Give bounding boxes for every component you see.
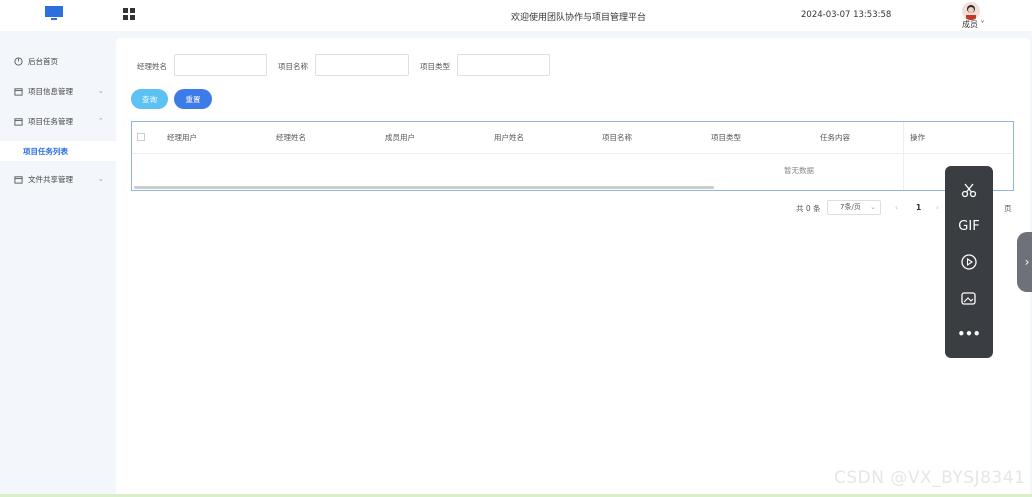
side-collapse-tab[interactable]: › bbox=[1017, 232, 1032, 292]
sidebar-item-file-share[interactable]: 文件共享管理 ⌄ bbox=[0, 169, 116, 189]
site-title: 欢迎使用团队协作与项目管理平台 bbox=[511, 13, 647, 23]
user-menu[interactable]: 成员 ˅ bbox=[962, 19, 985, 30]
record-icon[interactable] bbox=[945, 250, 993, 274]
avatar-image bbox=[966, 5, 976, 20]
total-count: 共 0 条 bbox=[796, 204, 821, 213]
record-icon-glyph bbox=[961, 254, 977, 270]
sidebar-item-project-info[interactable]: 项目信息管理 ⌄ bbox=[0, 81, 116, 101]
task-icon bbox=[14, 117, 23, 126]
datetime-display: 2024-03-07 13:53:58 bbox=[801, 10, 892, 20]
project-name-input[interactable] bbox=[315, 54, 409, 76]
sidebar-item-label: 项目任务管理 bbox=[28, 116, 73, 126]
file-icon bbox=[14, 175, 23, 184]
sidebar-item-label: 后台首页 bbox=[28, 56, 58, 66]
prev-page-button[interactable]: ‹ bbox=[895, 203, 898, 212]
image-icon-glyph bbox=[961, 292, 976, 305]
reset-button[interactable]: 重置 bbox=[174, 89, 212, 109]
sidebar-item-project-task[interactable]: 项目任务管理 ⌃ bbox=[0, 111, 116, 131]
column-header[interactable]: 任务内容 bbox=[820, 132, 850, 143]
sidebar-subitem-task-list[interactable]: 项目任务列表 bbox=[0, 141, 116, 161]
chevron-down-icon: ⌄ bbox=[870, 203, 876, 211]
project-type-label: 项目类型 bbox=[420, 62, 450, 71]
monitor-logo-icon bbox=[45, 6, 63, 20]
column-header[interactable]: 经理用户 bbox=[167, 132, 197, 143]
floating-toolbar: GIF ••• bbox=[945, 166, 993, 358]
column-header[interactable]: 用户姓名 bbox=[494, 132, 524, 143]
sidebar-item-home[interactable]: 后台首页 bbox=[0, 51, 116, 71]
column-header[interactable]: 成员用户 bbox=[385, 132, 415, 143]
watermark-text: CSDN @VX_BYSJ8341 bbox=[834, 468, 1026, 488]
manager-name-label: 经理姓名 bbox=[137, 62, 167, 71]
sidebar: 后台首页 项目信息管理 ⌄ 项目任务管理 ⌃ 项目任务列表 文件共享管理 ⌄ bbox=[0, 31, 116, 497]
sidebar-item-label: 文件共享管理 bbox=[28, 174, 73, 184]
project-name-label: 项目名称 bbox=[278, 62, 308, 71]
chevron-down-icon: ⌄ bbox=[98, 175, 104, 183]
column-header[interactable]: 项目类型 bbox=[711, 132, 741, 143]
chevron-down-icon: ˅ bbox=[980, 20, 985, 29]
column-header[interactable]: 项目名称 bbox=[602, 132, 632, 143]
scissors-icon-glyph bbox=[961, 183, 977, 198]
query-button[interactable]: 查询 bbox=[131, 89, 168, 109]
select-all-checkbox[interactable] bbox=[137, 133, 145, 141]
top-bar: 欢迎使用团队协作与项目管理平台 2024-03-07 13:53:58 成员 ˅ bbox=[0, 0, 1032, 31]
image-icon[interactable] bbox=[945, 286, 993, 310]
main-panel bbox=[116, 38, 1030, 497]
username: 成员 bbox=[962, 20, 978, 29]
avatar[interactable] bbox=[962, 2, 980, 20]
column-divider bbox=[903, 122, 904, 190]
column-header: 操作 bbox=[910, 133, 925, 142]
chevron-up-icon: ⌃ bbox=[98, 117, 104, 125]
task-table: 经理用户 经理姓名 成员用户 用户姓名 项目名称 项目类型 任务内容 操作 暂无… bbox=[131, 121, 1014, 191]
goto-page-suffix: 页 bbox=[1004, 204, 1012, 213]
empty-state-text: 暂无数据 bbox=[784, 166, 814, 175]
folder-icon bbox=[14, 87, 23, 96]
column-header[interactable]: 经理姓名 bbox=[276, 132, 306, 143]
sidebar-item-label: 项目信息管理 bbox=[28, 86, 73, 96]
scissors-icon[interactable] bbox=[945, 178, 993, 202]
project-type-input[interactable] bbox=[457, 54, 550, 76]
page-size-value: 7条/页 bbox=[840, 203, 861, 211]
sidebar-subitem-label: 项目任务列表 bbox=[23, 146, 68, 156]
gif-icon[interactable]: GIF bbox=[945, 214, 993, 238]
horizontal-scrollbar[interactable] bbox=[134, 186, 714, 189]
more-icon[interactable]: ••• bbox=[945, 322, 993, 346]
page-size-select[interactable]: 7条/页 ⌄ bbox=[827, 200, 881, 215]
next-page-button[interactable]: › bbox=[936, 203, 939, 212]
menu-grid-icon[interactable] bbox=[123, 8, 135, 20]
chevron-down-icon: ⌄ bbox=[98, 87, 104, 95]
current-page[interactable]: 1 bbox=[916, 203, 921, 212]
manager-name-input[interactable] bbox=[174, 54, 267, 76]
header-divider bbox=[132, 153, 1013, 154]
dashboard-icon bbox=[14, 56, 23, 66]
